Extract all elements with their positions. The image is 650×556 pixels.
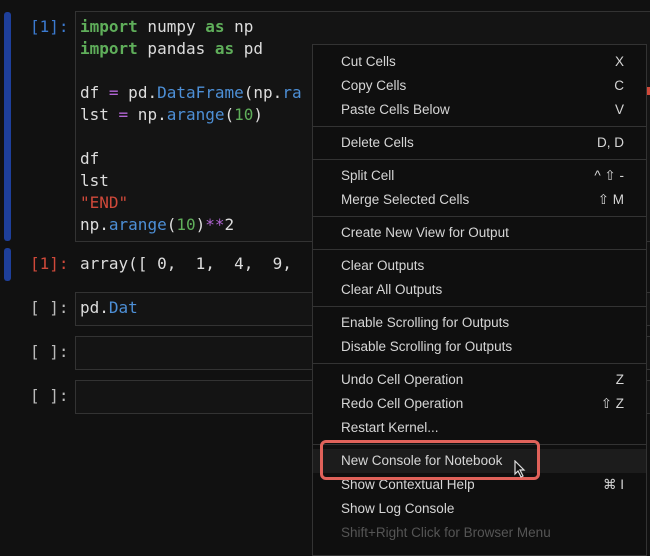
code-token: np. bbox=[128, 105, 167, 124]
code-token: df bbox=[80, 83, 109, 102]
code-token: np. bbox=[80, 215, 109, 234]
menu-item-label: Clear All Outputs bbox=[341, 282, 443, 297]
cell-output: array([ 0, 1, 4, 9, bbox=[80, 254, 292, 273]
menu-separator bbox=[313, 216, 646, 217]
code-token: lst bbox=[80, 105, 119, 124]
menu-item-copy-cells[interactable]: Copy Cells C bbox=[313, 74, 646, 98]
menu-item-undo-cell-operation[interactable]: Undo Cell Operation Z bbox=[313, 368, 646, 392]
menu-item-split-cell[interactable]: Split Cell ^ ⇧ - bbox=[313, 164, 646, 188]
output-indicator[interactable] bbox=[4, 248, 11, 281]
code-token: as bbox=[205, 17, 225, 36]
menu-item-label: Restart Kernel... bbox=[341, 420, 439, 435]
code-line: lst bbox=[80, 170, 109, 192]
menu-item-label: Shift+Right Click for Browser Menu bbox=[341, 525, 551, 540]
menu-separator bbox=[313, 159, 646, 160]
code-token: arange bbox=[108, 215, 167, 234]
menu-item-label: Delete Cells bbox=[341, 135, 414, 150]
code-line: df = pd.DataFrame(np.ra bbox=[80, 82, 302, 104]
code-token: pd bbox=[234, 39, 264, 58]
code-token: ** bbox=[205, 215, 225, 234]
menu-item-label: Undo Cell Operation bbox=[341, 372, 464, 387]
menu-item-shortcut: ^ ⇧ - bbox=[594, 168, 624, 183]
menu-item-label: Clear Outputs bbox=[341, 258, 425, 273]
menu-item-show-log-console[interactable]: Show Log Console bbox=[313, 497, 646, 521]
cell-prompt: [ ]: bbox=[30, 386, 69, 405]
code-token: import bbox=[80, 17, 138, 36]
menu-separator bbox=[313, 363, 646, 364]
menu-item-clear-all-outputs[interactable]: Clear All Outputs bbox=[313, 278, 646, 302]
code-token: = bbox=[108, 83, 119, 102]
menu-item-restart-kernel[interactable]: Restart Kernel... bbox=[313, 416, 646, 440]
menu-item-label: Create New View for Output bbox=[341, 225, 509, 240]
menu-item-shortcut: X bbox=[614, 54, 624, 69]
code-token: as bbox=[214, 39, 235, 58]
menu-item-shortcut: ⇧ M bbox=[597, 192, 624, 207]
menu-item-label: Show Log Console bbox=[341, 501, 455, 516]
menu-item-shortcut: ⇧ Z bbox=[600, 396, 624, 411]
code-token: DataFrame bbox=[157, 83, 244, 102]
code-line: "END" bbox=[80, 192, 128, 214]
active-cell-indicator bbox=[4, 12, 11, 241]
highlight-box bbox=[320, 440, 540, 480]
code-token: (np. bbox=[243, 83, 283, 102]
code-token: pandas bbox=[137, 39, 215, 58]
menu-item-shift-right-click-for-browser-menu: Shift+Right Click for Browser Menu bbox=[313, 521, 646, 545]
code-line: import pandas as pd bbox=[80, 38, 263, 60]
menu-item-label: Merge Selected Cells bbox=[341, 192, 470, 207]
menu-item-disable-scrolling-for-outputs[interactable]: Disable Scrolling for Outputs bbox=[313, 335, 646, 359]
code-token: ) bbox=[195, 215, 206, 234]
code-line: pd.Dat bbox=[80, 297, 138, 319]
cell-prompt: [1]: bbox=[30, 254, 69, 273]
code-token: df bbox=[80, 149, 100, 168]
code-token: pd. bbox=[80, 298, 109, 317]
code-token: Dat bbox=[108, 298, 138, 317]
menu-item-label: Copy Cells bbox=[341, 78, 407, 93]
code-token: 2 bbox=[224, 215, 235, 234]
code-token: arange bbox=[166, 105, 225, 124]
code-token: = bbox=[118, 105, 129, 124]
menu-item-merge-selected-cells[interactable]: Merge Selected Cells ⇧ M bbox=[313, 188, 646, 212]
code-token: ( bbox=[224, 105, 235, 124]
menu-item-label: Redo Cell Operation bbox=[341, 396, 464, 411]
menu-item-shortcut: D, D bbox=[597, 135, 624, 150]
code-line: np.arange(10)**2 bbox=[80, 214, 234, 236]
code-token: numpy bbox=[137, 17, 206, 36]
menu-item-paste-cells-below[interactable]: Paste Cells Below V bbox=[313, 98, 646, 122]
menu-separator bbox=[313, 126, 646, 127]
menu-item-cut-cells[interactable]: Cut Cells X bbox=[313, 50, 646, 74]
menu-item-shortcut: ⌘ I bbox=[602, 477, 624, 492]
cell-prompt: [1]: bbox=[30, 17, 69, 36]
menu-item-create-new-view-for-output[interactable]: Create New View for Output bbox=[313, 221, 646, 245]
code-line: df bbox=[80, 148, 99, 170]
code-token: pd. bbox=[118, 83, 158, 102]
menu-item-label: Cut Cells bbox=[341, 54, 396, 69]
code-token: 10 bbox=[176, 215, 196, 234]
cell-prompt: [ ]: bbox=[30, 298, 69, 317]
menu-separator bbox=[313, 249, 646, 250]
menu-item-label: Paste Cells Below bbox=[341, 102, 450, 117]
menu-item-enable-scrolling-for-outputs[interactable]: Enable Scrolling for Outputs bbox=[313, 311, 646, 335]
cell-prompt: [ ]: bbox=[30, 342, 69, 361]
menu-item-shortcut: Z bbox=[615, 372, 624, 387]
menu-item-label: Enable Scrolling for Outputs bbox=[341, 315, 510, 330]
code-line: import numpy as np bbox=[80, 16, 253, 38]
menu-separator bbox=[313, 306, 646, 307]
code-line: lst = np.arange(10) bbox=[80, 104, 263, 126]
code-token: lst bbox=[80, 171, 109, 190]
code-token: import bbox=[80, 39, 138, 58]
menu-item-clear-outputs[interactable]: Clear Outputs bbox=[313, 254, 646, 278]
menu-item-redo-cell-operation[interactable]: Redo Cell Operation ⇧ Z bbox=[313, 392, 646, 416]
code-token: ) bbox=[253, 105, 264, 124]
code-token: 10 bbox=[234, 105, 254, 124]
code-token: ra bbox=[282, 83, 302, 102]
menu-item-label: Split Cell bbox=[341, 168, 395, 183]
menu-item-label: Disable Scrolling for Outputs bbox=[341, 339, 513, 354]
code-token: "END" bbox=[80, 193, 129, 212]
menu-item-shortcut: V bbox=[614, 102, 624, 117]
menu-item-delete-cells[interactable]: Delete Cells D, D bbox=[313, 131, 646, 155]
code-token: np bbox=[224, 17, 254, 36]
menu-item-shortcut: C bbox=[614, 78, 624, 93]
code-token: ( bbox=[166, 215, 177, 234]
mouse-cursor-icon bbox=[514, 460, 526, 478]
